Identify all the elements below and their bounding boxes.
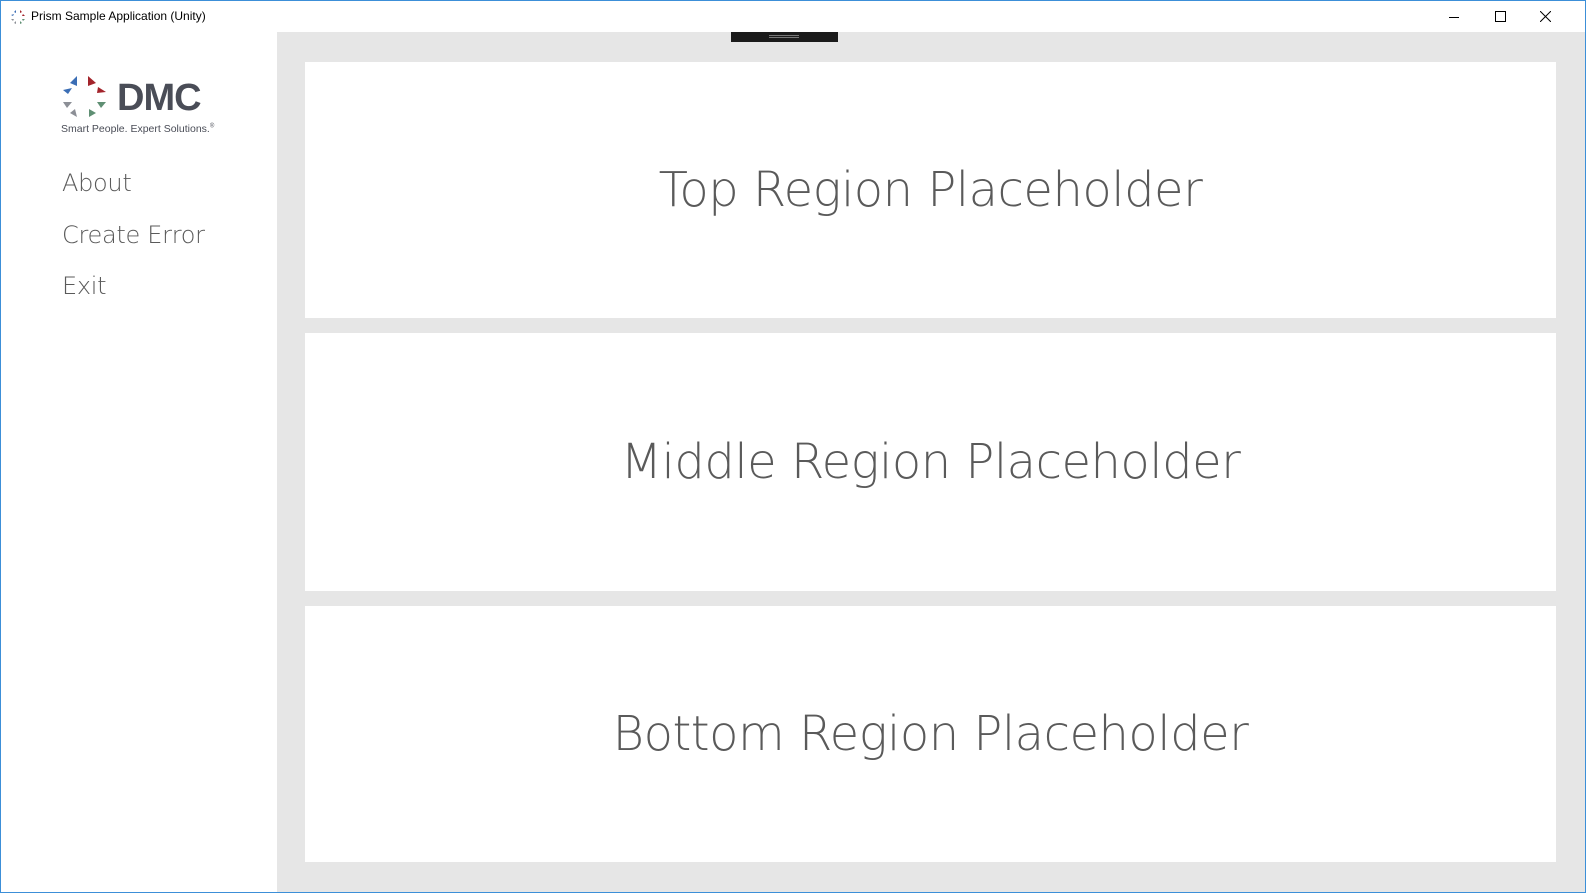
dmc-logo-mark-icon bbox=[63, 76, 106, 117]
maximize-button[interactable] bbox=[1477, 1, 1523, 32]
close-icon bbox=[1539, 11, 1551, 22]
content-area: Top Region Placeholder Middle Region Pla… bbox=[277, 32, 1585, 892]
drag-handle[interactable] bbox=[731, 32, 838, 42]
window-title: Prism Sample Application (Unity) bbox=[31, 9, 206, 23]
nav-item-create-error[interactable]: Create Error bbox=[62, 217, 205, 269]
top-region-label: Top Region Placeholder bbox=[658, 162, 1203, 218]
minimize-icon bbox=[1449, 16, 1459, 18]
registered-mark: ® bbox=[209, 123, 215, 130]
logo-tagline: Smart People. Expert Solutions.® bbox=[61, 123, 214, 135]
nav-item-about[interactable]: About bbox=[62, 165, 205, 217]
minimize-button[interactable] bbox=[1431, 1, 1477, 32]
tagline-text: Smart People. Expert Solutions. bbox=[61, 123, 210, 135]
close-button[interactable] bbox=[1522, 1, 1568, 32]
dmc-logo-text: DMC bbox=[117, 77, 202, 119]
sidebar-nav: About Create Error Exit bbox=[62, 165, 205, 320]
nav-item-exit[interactable]: Exit bbox=[62, 268, 205, 320]
sidebar: DMC Smart People. Expert Solutions.® Abo… bbox=[1, 32, 277, 892]
middle-region-label: Middle Region Placeholder bbox=[620, 434, 1241, 490]
app-window: Prism Sample Application (Unity) DMC Sma… bbox=[0, 0, 1586, 893]
bottom-region: Bottom Region Placeholder bbox=[305, 606, 1556, 862]
maximize-icon bbox=[1494, 11, 1506, 22]
dmc-logo: DMC Smart People. Expert Solutions.® bbox=[61, 75, 221, 139]
top-region: Top Region Placeholder bbox=[305, 62, 1556, 318]
bottom-region-label: Bottom Region Placeholder bbox=[612, 706, 1249, 762]
middle-region: Middle Region Placeholder bbox=[305, 333, 1556, 591]
app-icon bbox=[11, 10, 25, 24]
title-bar[interactable]: Prism Sample Application (Unity) bbox=[1, 1, 1585, 32]
